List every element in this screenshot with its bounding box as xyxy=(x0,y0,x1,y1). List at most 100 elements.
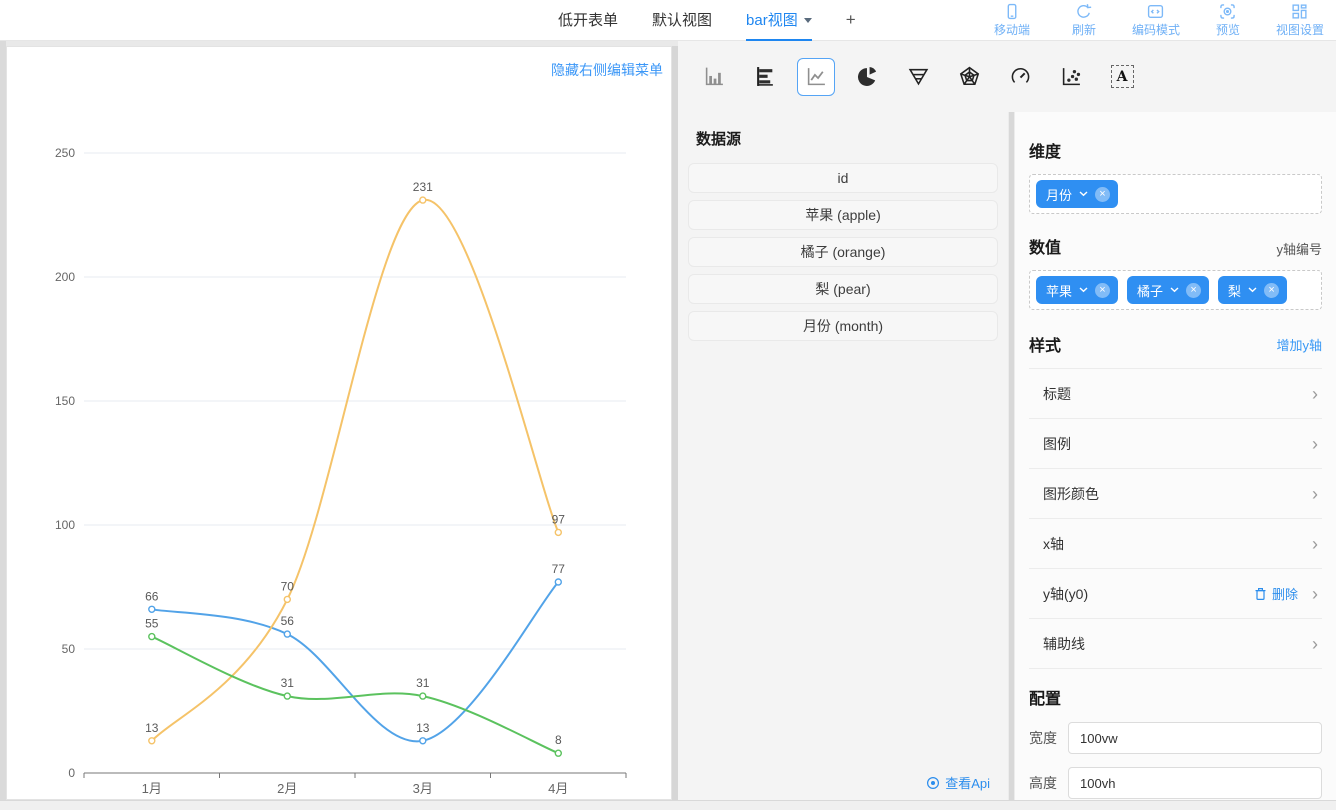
row-label: 图形颜色 xyxy=(1043,484,1099,504)
delete-y-axis-button[interactable]: 删除 xyxy=(1254,584,1298,603)
data-point-label: 70 xyxy=(281,579,295,593)
chevron-down-icon[interactable] xyxy=(1079,191,1088,197)
chevron-right-icon: › xyxy=(1312,635,1318,653)
dimension-tag-month[interactable]: 月份 × xyxy=(1036,180,1118,208)
tag-label: 梨 xyxy=(1228,281,1241,300)
bar-chart-icon xyxy=(704,66,725,87)
chart-type-funnel-button[interactable] xyxy=(899,58,937,96)
datasource-field-apple[interactable]: 苹果 (apple) xyxy=(688,200,998,230)
data-point-marker xyxy=(555,750,561,756)
view-settings-button[interactable]: 视图设置 xyxy=(1276,3,1324,38)
data-point-label: 55 xyxy=(145,617,159,631)
chart-type-line-button[interactable] xyxy=(797,58,835,96)
chart-type-text-button[interactable]: A xyxy=(1103,58,1141,96)
chevron-down-icon[interactable] xyxy=(1248,287,1257,293)
style-row-legend[interactable]: 图例 › xyxy=(1029,419,1322,469)
line-chart: 0501001502002501月2月3月4月66561377137023197… xyxy=(7,47,671,799)
data-point-marker xyxy=(555,579,561,585)
metric-tag-apple[interactable]: 苹果 × xyxy=(1036,276,1118,304)
style-row-title[interactable]: 标题 › xyxy=(1029,369,1322,419)
topbar-actions: 移动端 刷新 编码模式 预览 视图设置 xyxy=(988,3,1324,38)
panel-divider xyxy=(1008,112,1015,800)
bottom-scrollbar-track[interactable] xyxy=(0,800,1336,810)
data-point-marker xyxy=(149,606,155,612)
style-row-shape-color[interactable]: 图形颜色 › xyxy=(1029,469,1322,519)
chevron-down-icon[interactable] xyxy=(1079,287,1088,293)
row-label: y轴(y0) xyxy=(1043,584,1088,604)
chart-type-pie-button[interactable] xyxy=(848,58,886,96)
data-point-label: 66 xyxy=(145,589,159,603)
style-row-x-axis[interactable]: x轴 › xyxy=(1029,519,1322,569)
remove-tag-icon[interactable]: × xyxy=(1095,283,1110,298)
datasource-field-pear[interactable]: 梨 (pear) xyxy=(688,274,998,304)
top-bar: 低开表单 默认视图 bar视图 + 移动端 刷新 编码模式 xyxy=(0,0,1336,41)
width-label: 宽度 xyxy=(1029,728,1057,748)
metrics-section: 数值 y轴编号 苹果 × 橘子 × 梨 × xyxy=(1029,234,1322,310)
data-point-label: 13 xyxy=(416,721,430,735)
remove-tag-icon[interactable]: × xyxy=(1264,283,1279,298)
chevron-down-icon[interactable] xyxy=(804,18,812,23)
y-axis-tick-label: 100 xyxy=(55,518,75,532)
hide-edit-menu-link[interactable]: 隐藏右侧编辑菜单 xyxy=(551,60,663,80)
data-point-marker xyxy=(284,596,290,602)
x-axis-tick-label: 3月 xyxy=(413,781,433,796)
tag-label: 苹果 xyxy=(1046,281,1072,300)
style-row-guide-line[interactable]: 辅助线 › xyxy=(1029,619,1322,669)
pie-chart-icon xyxy=(857,66,878,87)
row-label: x轴 xyxy=(1043,534,1064,554)
metric-tag-pear[interactable]: 梨 × xyxy=(1218,276,1287,304)
width-input[interactable] xyxy=(1068,722,1322,754)
datasource-title: 数据源 xyxy=(696,128,998,149)
tab-bar-view[interactable]: bar视图 xyxy=(746,0,812,41)
height-input[interactable] xyxy=(1068,767,1322,799)
style-row-y-axis[interactable]: y轴(y0) 删除 › xyxy=(1029,569,1322,619)
config-row-width: 宽度 xyxy=(1029,722,1322,754)
dimension-dropzone[interactable]: 月份 × xyxy=(1029,174,1322,214)
eye-icon xyxy=(926,776,940,790)
x-axis-tick-label: 2月 xyxy=(277,781,297,796)
data-point-marker xyxy=(149,738,155,744)
metric-tag-orange[interactable]: 橘子 × xyxy=(1127,276,1209,304)
add-view-tab-button[interactable]: + xyxy=(846,0,856,41)
view-tabs: 低开表单 默认视图 bar视图 + xyxy=(558,0,856,41)
refresh-button[interactable]: 刷新 xyxy=(1060,3,1108,38)
dimension-section: 维度 月份 × xyxy=(1029,138,1322,214)
tab-label: 默认视图 xyxy=(652,9,712,30)
view-api-link[interactable]: 查看Api xyxy=(926,773,990,792)
action-label: 刷新 xyxy=(1072,21,1096,38)
x-axis-tick-label: 1月 xyxy=(142,781,162,796)
remove-tag-icon[interactable]: × xyxy=(1186,283,1201,298)
text-chart-icon: A xyxy=(1111,65,1134,88)
chart-type-gauge-button[interactable] xyxy=(1001,58,1039,96)
metrics-title: 数值 xyxy=(1029,234,1061,258)
series-line xyxy=(152,200,559,741)
datasource-field-month[interactable]: 月份 (month) xyxy=(688,311,998,341)
chart-type-scatter-button[interactable] xyxy=(1052,58,1090,96)
tab-low-code-form[interactable]: 低开表单 xyxy=(558,0,618,41)
code-mode-button[interactable]: 编码模式 xyxy=(1132,3,1180,38)
datasource-field-id[interactable]: id xyxy=(688,163,998,193)
view-api-label: 查看Api xyxy=(945,773,990,792)
tab-default-view[interactable]: 默认视图 xyxy=(652,0,712,41)
action-label: 视图设置 xyxy=(1276,21,1324,38)
datasource-field-orange[interactable]: 橘子 (orange) xyxy=(688,237,998,267)
chart-type-radar-button[interactable] xyxy=(950,58,988,96)
tag-label: 橘子 xyxy=(1137,281,1163,300)
y-axis-tick-label: 0 xyxy=(68,766,75,780)
preview-icon xyxy=(1219,3,1236,20)
config-row-height: 高度 xyxy=(1029,767,1322,799)
add-y-axis-link[interactable]: 增加y轴 xyxy=(1276,335,1322,354)
data-point-label: 231 xyxy=(413,180,433,194)
row-label: 辅助线 xyxy=(1043,634,1085,654)
tag-label: 月份 xyxy=(1046,185,1072,204)
chevron-down-icon[interactable] xyxy=(1170,287,1179,293)
chart-type-bar-button[interactable] xyxy=(695,58,733,96)
chart-type-hbar-button[interactable] xyxy=(746,58,784,96)
datasource-field-list: id 苹果 (apple) 橘子 (orange) 梨 (pear) 月份 (m… xyxy=(688,163,998,341)
mobile-mode-button[interactable]: 移动端 xyxy=(988,3,1036,38)
preview-button[interactable]: 预览 xyxy=(1204,3,1252,38)
line-chart-icon xyxy=(806,66,827,87)
y-axis-tick-label: 150 xyxy=(55,394,75,408)
metrics-dropzone[interactable]: 苹果 × 橘子 × 梨 × xyxy=(1029,270,1322,310)
remove-tag-icon[interactable]: × xyxy=(1095,187,1110,202)
